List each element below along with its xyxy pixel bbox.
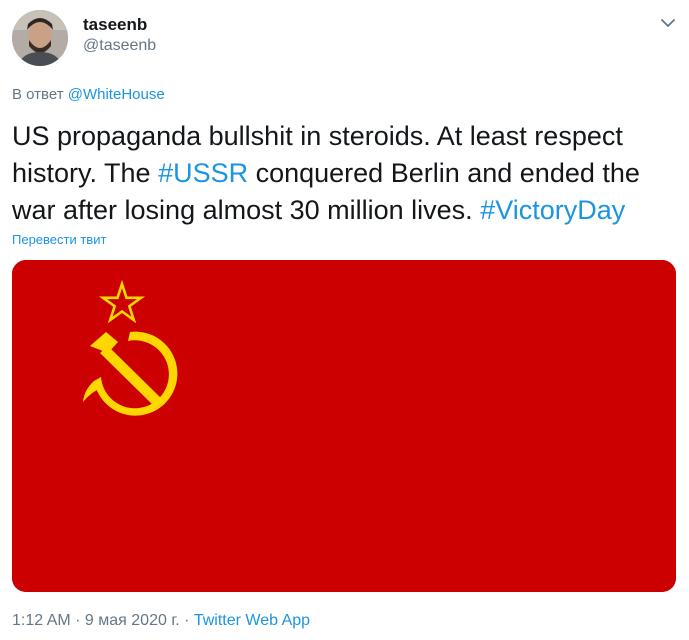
chevron-down-icon[interactable] bbox=[656, 13, 680, 33]
tweet-client-link[interactable]: Twitter Web App bbox=[194, 612, 310, 629]
avatar-photo bbox=[12, 10, 68, 66]
hashtag-ussr-link[interactable]: #USSR bbox=[158, 158, 248, 188]
meta-separator: · bbox=[179, 612, 194, 629]
author-handle[interactable]: @taseenb bbox=[83, 37, 156, 55]
meta-separator: · bbox=[70, 612, 85, 629]
avatar[interactable] bbox=[12, 10, 68, 66]
reply-prefix: В ответ bbox=[12, 86, 64, 103]
hashtag-victoryday-link[interactable]: #VictoryDay bbox=[480, 195, 625, 225]
reply-context: В ответ @WhiteHouse bbox=[12, 86, 165, 103]
tweet-time[interactable]: 1:12 AM bbox=[12, 612, 71, 629]
translate-tweet-link[interactable]: Перевести твит bbox=[12, 232, 106, 247]
soviet-flag-image bbox=[12, 260, 676, 592]
tweet-card: taseenb @taseenb В ответ @WhiteHouse US … bbox=[0, 0, 689, 640]
tweet-metadata: 1:12 AM · 9 мая 2020 г. · Twitter Web Ap… bbox=[12, 612, 310, 630]
author-display-name[interactable]: taseenb bbox=[83, 15, 147, 35]
flag-field bbox=[12, 260, 676, 592]
tweet-text: US propaganda bullshit in steroids. At l… bbox=[12, 118, 682, 229]
reply-mention-link[interactable]: @WhiteHouse bbox=[68, 86, 165, 103]
tweet-date[interactable]: 9 мая 2020 г. bbox=[85, 612, 180, 629]
tweet-media-image[interactable] bbox=[12, 260, 676, 592]
